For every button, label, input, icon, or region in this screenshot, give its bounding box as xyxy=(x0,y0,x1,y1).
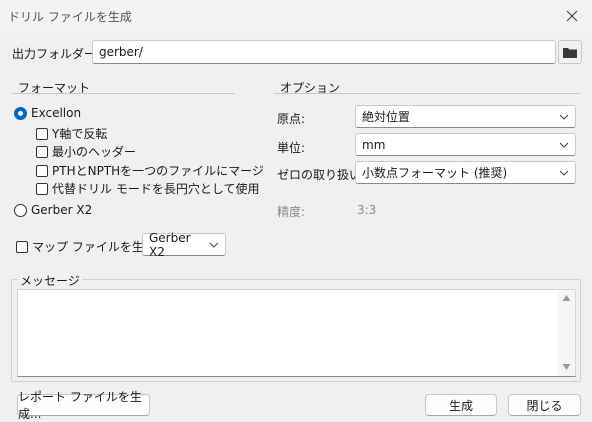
gerber-x2-radio-indicator[interactable] xyxy=(14,203,27,217)
origin-value: 絶対位置 xyxy=(362,110,411,124)
output-folder-label: 出力フォルダー: xyxy=(12,47,101,61)
excellon-radio-indicator[interactable] xyxy=(14,106,27,120)
messages-textarea[interactable] xyxy=(17,289,576,377)
close-button[interactable]: 閉じる xyxy=(508,394,581,416)
window-title: ドリル ファイルを生成 xyxy=(8,10,132,24)
option-minimal-header[interactable]: 最小のヘッダー xyxy=(36,143,136,160)
chevron-down-icon xyxy=(559,142,569,148)
map-format-select[interactable]: Gerber X2 xyxy=(142,230,226,259)
option-oval-holes[interactable]: 代替ドリル モードを長円穴として使用 xyxy=(36,180,259,197)
output-folder-input[interactable]: gerber/ xyxy=(92,40,556,64)
map-file-label: マップ ファイルを生成: xyxy=(32,240,160,254)
mirror-y-label: Y軸で反転 xyxy=(52,127,108,141)
chevron-down-icon xyxy=(559,170,569,176)
map-format-value: Gerber X2 xyxy=(149,230,191,259)
zero-handling-label: ゼロの取り扱い: xyxy=(277,168,366,182)
messages-heading: メッセージ xyxy=(18,272,82,289)
merge-pth-npth-checkbox[interactable] xyxy=(36,164,48,177)
option-mirror-y[interactable]: Y軸で反転 xyxy=(36,125,107,142)
merge-pth-npth-label: PTHとNPTHを一つのファイルにマージ xyxy=(52,164,264,178)
scroll-down-icon[interactable] xyxy=(562,363,571,371)
close-icon xyxy=(566,10,578,22)
close-window-button[interactable] xyxy=(560,4,584,28)
gerber-x2-radio[interactable]: Gerber X2 xyxy=(14,203,92,217)
map-file-option[interactable]: マップ ファイルを生成: xyxy=(16,238,160,255)
options-separator xyxy=(274,93,580,94)
precision-label: 精度: xyxy=(277,205,306,219)
zero-handling-select[interactable]: 小数点フォーマット (推奨) xyxy=(355,161,576,184)
excellon-radio[interactable]: Excellon xyxy=(14,106,81,120)
generate-button[interactable]: 生成 xyxy=(425,394,497,416)
minimal-header-checkbox[interactable] xyxy=(36,145,48,158)
browse-folder-button[interactable] xyxy=(558,40,582,64)
zero-handling-value: 小数点フォーマット (推奨) xyxy=(362,166,508,180)
precision-value: 3:3 xyxy=(357,203,377,217)
scroll-up-icon[interactable] xyxy=(562,294,571,302)
origin-select[interactable]: 絶対位置 xyxy=(355,105,576,128)
format-separator xyxy=(12,93,235,94)
chevron-down-icon xyxy=(559,114,569,120)
origin-label: 原点: xyxy=(277,112,306,126)
unit-value: mm xyxy=(362,137,386,152)
oval-holes-checkbox[interactable] xyxy=(36,182,48,195)
folder-icon xyxy=(563,47,577,58)
unit-select[interactable]: mm xyxy=(355,133,576,156)
oval-holes-label: 代替ドリル モードを長円穴として使用 xyxy=(52,182,260,196)
mirror-y-checkbox[interactable] xyxy=(36,127,48,140)
map-file-checkbox[interactable] xyxy=(16,240,28,253)
messages-scrollbar[interactable] xyxy=(558,290,575,376)
output-folder-value: gerber/ xyxy=(99,45,143,59)
unit-label: 単位: xyxy=(277,141,306,155)
option-merge-pth-npth[interactable]: PTHとNPTHを一つのファイルにマージ xyxy=(36,162,264,179)
generate-report-button[interactable]: レポート ファイルを生成... xyxy=(17,390,150,421)
chevron-down-icon xyxy=(209,242,219,248)
gerber-x2-radio-label: Gerber X2 xyxy=(31,203,93,217)
excellon-radio-label: Excellon xyxy=(31,106,82,120)
minimal-header-label: 最小のヘッダー xyxy=(52,145,137,159)
